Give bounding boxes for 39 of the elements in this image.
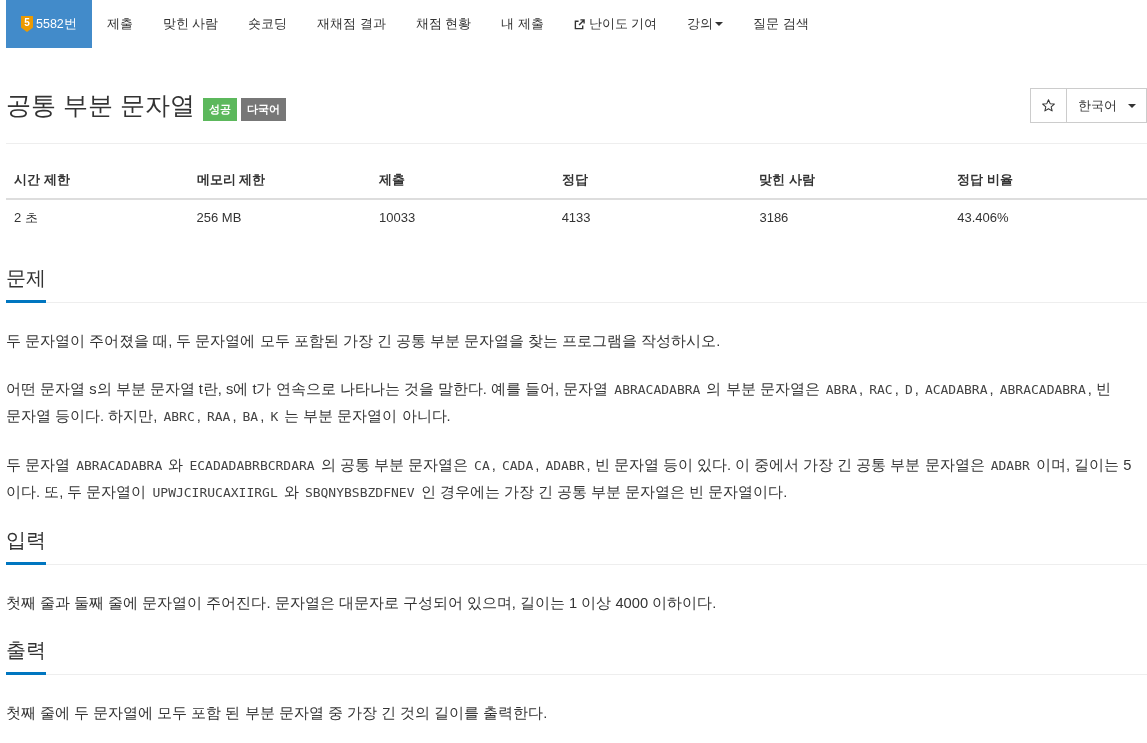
table-header: 제출 (379, 172, 406, 187)
table-cell: 10033 (379, 210, 416, 225)
table-header: 맞힌 사람 (759, 172, 816, 187)
paragraph-text: 어떤 문자열 s의 부분 문자열 t란, s에 t가 연속으로 나타나는 것을 말한다. 예를 들어, 문자열 ABRACADABRA 의 부분 문자열은 ABRA, RAC, D, ACADABRA, ABRACADABRA, 빈 문자열 등이다. 하지만, ABRC, RAA, BA, K 는 부분 문자열이 아니다. (6, 380, 1112, 426)
language-dropdown[interactable]: 한국어 (1066, 88, 1147, 123)
external-link-icon (573, 18, 585, 30)
paragraph-text: 두 문자열이 주어졌을 때, 두 문자열에 모두 포함된 가장 긴 공통 부분 문자열을 찾는 프로그램을 작성하시오. (6, 332, 722, 351)
nav-tab[interactable]: 맞힌 사람 (147, 0, 234, 48)
nav-tab[interactable]: 숏코딩 (233, 0, 303, 48)
problem-tag: 다국어 (240, 98, 286, 121)
table-cell: 4133 (561, 210, 591, 225)
table-header: 메모리 제한 (196, 172, 266, 187)
section-heading: 문제 (6, 266, 46, 303)
table-cell: 256 MB (196, 210, 242, 225)
problem-title: 공통 부분 문자열 (6, 90, 195, 121)
nav-tab[interactable]: 내 제출 (486, 0, 559, 48)
table-header: 정답 (561, 172, 588, 187)
table-cell: 43.406% (957, 210, 1009, 225)
paragraph-text: 첫째 줄과 둘째 줄에 문자열이 주어진다. 문자열은 대문자로 구성되어 있으며, 길이는 1 이상 4000 이하이다. (6, 594, 718, 613)
nav-tab[interactable]: 질문 검색 (738, 0, 824, 48)
nav-tab[interactable]: 재채점 결과 (302, 0, 401, 48)
tier-badge: 5 (21, 16, 33, 32)
paragraph-text: 두 문자열 ABRACADABRA 와 ECADADABRBCRDARA 의 공통 부분 문자열은 CA, CADA, ADABR, 빈 문자열 등이 있다. 이 중에서 가장 긴 공통 부분 문자열은 ADABR 이며, 길이는 5 이다. 또, 두 문자열이 UPWJCIRUCAXIIRGL 와 SBQNYBSBZDFNEV 인 경우에는 가장 긴 공통 부분 문자열은 빈 문자열이다. (6, 456, 1133, 502)
nav-tab[interactable]: 제출 (91, 0, 148, 48)
caret-icon (1128, 103, 1136, 108)
section-heading: 입력 (6, 528, 46, 565)
table-cell: 3186 (759, 210, 789, 225)
problem-tag: 성공 (202, 98, 237, 121)
section-heading: 출력 (6, 638, 46, 675)
nav-tab[interactable]: 난이도 기여 (558, 0, 673, 48)
paragraph-text: 첫째 줄에 두 문자열에 모두 포함 된 부분 문자열 중 가장 긴 것의 길이를 출력한다. (6, 704, 549, 723)
table-header: 시간 제한 (14, 172, 70, 187)
nav-tab[interactable]: 채점 현황 (400, 0, 487, 48)
table-header: 정답 비율 (957, 172, 1013, 187)
star-button[interactable] (1030, 88, 1067, 123)
caret-icon (715, 22, 724, 26)
table-cell: 2 초 (14, 210, 38, 225)
nav-tab[interactable]: 5 5582번 (6, 0, 92, 48)
nav-tab[interactable]: 강의 (672, 0, 739, 48)
